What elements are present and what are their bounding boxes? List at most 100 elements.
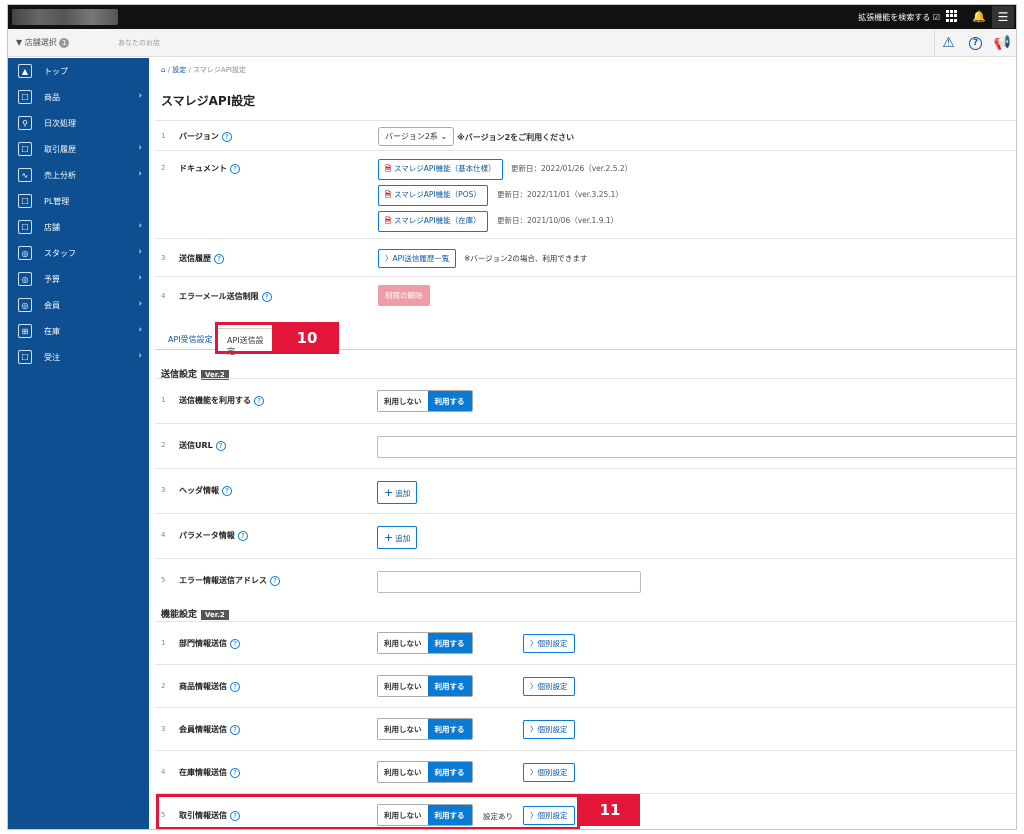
error-address-input[interactable] <box>377 571 641 593</box>
sidebar-item-6[interactable]: ☐ 店舗 › <box>8 214 149 240</box>
help-icon[interactable]: ? <box>270 575 280 586</box>
row-label: 在庫情報送信 <box>179 768 227 777</box>
chevron-right-icon: › <box>138 325 142 335</box>
sidebar-item-9[interactable]: ◎ 会員 › <box>8 292 149 318</box>
sidebar-item-4[interactable]: ∿ 売上分析 › <box>8 162 149 188</box>
help-icon[interactable]: ? <box>230 163 240 174</box>
add-button[interactable]: + 追加 <box>377 526 418 549</box>
send-url-input[interactable] <box>377 436 1016 458</box>
order-icon: ☐ <box>18 350 32 364</box>
staff-icon: ◎ <box>18 246 32 260</box>
detail-settings-button[interactable]: 〉個別設定 <box>523 720 575 739</box>
toggle-on-option[interactable]: 利用する <box>427 676 472 696</box>
sub-bar: ▼ 店舗選択 1 あなたのお店 ⚠ ? 📢 <box>8 29 1016 57</box>
sidebar-item-3[interactable]: ☐ 取引履歴 › <box>8 136 149 162</box>
help-icon[interactable]: ? <box>230 681 240 692</box>
sidebar-item-2[interactable]: ⚲ 日次処理 <box>8 110 149 136</box>
version-select[interactable]: バージョン2系 ⌄ <box>378 127 455 146</box>
chevron-right-icon: › <box>138 273 142 283</box>
detail-settings-button[interactable]: 〉個別設定 <box>523 634 575 653</box>
row-number: 2 <box>161 441 166 449</box>
chevron-right-icon: › <box>138 91 142 101</box>
row-number: 5 <box>161 576 166 584</box>
sidebar-item-5[interactable]: ☐ PL管理 <box>8 188 149 214</box>
breadcrumb-settings[interactable]: 設定 <box>172 66 186 74</box>
toggle-off-option[interactable]: 利用しない <box>378 762 428 782</box>
detail-settings-button[interactable]: 〉個別設定 <box>523 677 575 696</box>
member-icon: ◎ <box>18 298 32 312</box>
sidebar-item-8[interactable]: ◎ 予算 › <box>8 266 149 292</box>
row-number: 2 <box>161 682 166 690</box>
bell-icon[interactable]: 🔔 <box>972 10 986 23</box>
sidebar-item-10[interactable]: ⊞ 在庫 › <box>8 318 149 344</box>
row-label: ヘッダ情報 <box>179 486 219 495</box>
tab-api-receive[interactable]: API受信設定 <box>159 328 222 350</box>
megaphone-icon[interactable]: 📢 <box>989 29 1016 57</box>
toggle-on-option[interactable]: 利用する <box>427 633 472 653</box>
help-icon[interactable]: ? <box>230 724 240 735</box>
unlock-limit-button[interactable]: 制限の解除 <box>378 285 430 306</box>
help-icon[interactable]: ? <box>230 638 240 649</box>
help-icon[interactable]: ? <box>261 291 272 302</box>
doc-stock-button[interactable]: 🗎 スマレジAPI機能（在庫） <box>378 211 488 232</box>
doc-pos-button[interactable]: 🗎 スマレジAPI機能（POS） <box>378 185 488 206</box>
help-icon[interactable]: ? <box>215 440 226 451</box>
toggle-on-option[interactable]: 利用する <box>427 719 472 739</box>
home-icon: ▲ <box>18 64 32 78</box>
toggle-on-option[interactable]: 利用する <box>427 391 472 411</box>
budget-icon: ◎ <box>18 272 32 286</box>
callout-number-10: 10 <box>275 322 339 354</box>
row-number: 1 <box>161 396 166 404</box>
use-toggle[interactable]: 利用しない 利用する <box>377 761 473 783</box>
help-icon[interactable]: ? <box>214 253 224 264</box>
help-icon[interactable]: ? <box>237 530 248 541</box>
doc-basic-button[interactable]: 🗎 スマレジAPI機能（基本仕様） <box>378 159 503 180</box>
setting-row-version: 1 バージョン? バージョン2系 ⌄ ※バージョン2をご利用ください <box>155 120 1016 150</box>
toggle-off-option[interactable]: 利用しない <box>378 719 428 739</box>
toggle-off-option[interactable]: 利用しない <box>378 391 428 411</box>
add-label: 追加 <box>395 489 411 498</box>
detail-settings-button[interactable]: 〉個別設定 <box>523 763 575 782</box>
func-row: 1 部門情報送信? 利用しない 利用する 〉個別設定 <box>155 621 1016 664</box>
row-label-wrap: 会員情報送信? <box>179 724 240 735</box>
toggle-on-option[interactable]: 利用する <box>427 762 472 782</box>
toggle-off-option[interactable]: 利用しない <box>378 676 428 696</box>
send-row: 1 送信機能を利用する? 利用しない 利用する <box>155 378 1016 423</box>
send-row: 4 パラメータ情報? + 追加 <box>155 513 1016 558</box>
use-toggle[interactable]: 利用しない 利用する <box>377 632 473 654</box>
daily-icon: ⚲ <box>18 116 32 130</box>
use-toggle[interactable]: 利用しない 利用する <box>377 390 473 412</box>
help-icon[interactable]: ? <box>230 767 240 778</box>
hamburger-menu-icon[interactable]: ☰ <box>992 6 1014 28</box>
chevron-right-icon: › <box>138 299 142 309</box>
help-icon[interactable]: ? <box>962 29 989 57</box>
pdf-icon: 🗎 <box>385 164 392 173</box>
sidebar-item-7[interactable]: ◎ スタッフ › <box>8 240 149 266</box>
use-toggle[interactable]: 利用しない 利用する <box>377 718 473 740</box>
sidebar-item-1[interactable]: ☐ 商品 › <box>8 84 149 110</box>
apps-grid-icon[interactable] <box>946 10 958 22</box>
sidebar-item-label: 商品 <box>44 92 60 102</box>
use-toggle[interactable]: 利用しない 利用する <box>377 675 473 697</box>
breadcrumb: ⌂ / 設定 / スマレジAPI設定 <box>161 66 246 74</box>
sidebar-item-0[interactable]: ▲ トップ <box>8 58 149 84</box>
toggle-off-option[interactable]: 利用しない <box>378 633 428 653</box>
help-icon[interactable]: ? <box>221 131 232 142</box>
history-icon: ☐ <box>18 142 32 156</box>
api-history-button[interactable]: 〉API送信履歴一覧 <box>378 249 457 268</box>
help-icon[interactable]: ? <box>254 395 264 406</box>
help-icon[interactable]: ? <box>222 485 232 496</box>
sidebar-item-label: 会員 <box>44 300 60 310</box>
row-label-wrap: 送信機能を利用する? <box>179 395 264 406</box>
sidebar-item-11[interactable]: ☐ 受注 › <box>8 344 149 370</box>
chevron-right-icon: › <box>138 143 142 153</box>
history-label: 送信履歴 <box>179 254 211 263</box>
home-icon[interactable]: ⌂ <box>161 66 165 74</box>
pdf-icon: 🗎 <box>385 216 392 225</box>
send-row: 5 エラー情報送信アドレス? <box>155 558 1016 603</box>
extension-search-link[interactable]: 拡張機能を検索する ☑ <box>858 12 940 23</box>
row-label: 送信URL <box>179 441 213 450</box>
add-button[interactable]: + 追加 <box>377 481 418 504</box>
store-select-dropdown[interactable]: ▼ 店舗選択 1 <box>8 29 116 57</box>
warning-icon[interactable]: ⚠ <box>935 29 962 57</box>
